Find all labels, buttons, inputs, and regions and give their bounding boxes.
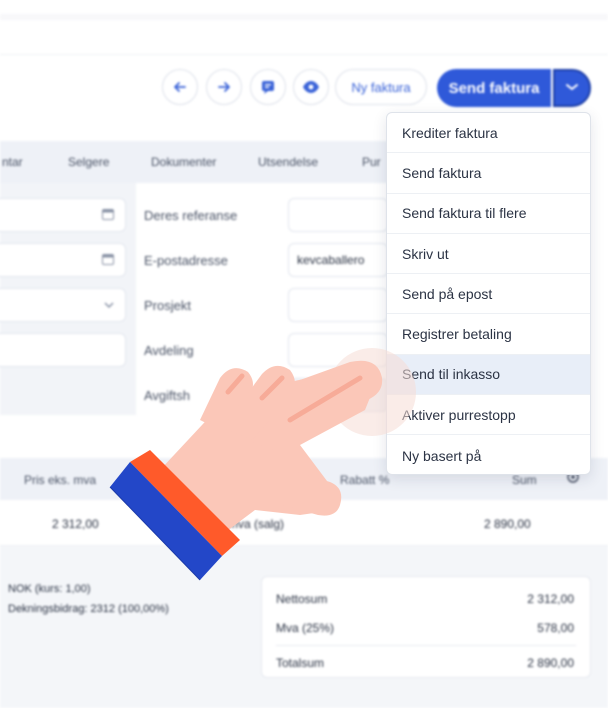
vat-label: Mva (25%) <box>276 621 335 635</box>
top-bar <box>0 0 608 55</box>
label-department: Avdeling <box>144 343 194 358</box>
fee-input[interactable] <box>288 378 388 412</box>
project-input[interactable] <box>288 288 388 322</box>
row-vat: mva (salg) <box>228 517 285 531</box>
row-price: 2 312,00 <box>52 517 99 531</box>
menu-item-credit-invoice[interactable]: Krediter faktura <box>387 113 590 154</box>
select-field[interactable] <box>0 288 126 322</box>
comment-icon[interactable] <box>250 69 286 105</box>
new-invoice-button[interactable]: Ny faktura <box>335 69 427 105</box>
send-options-toggle[interactable] <box>553 69 591 107</box>
summary-row: Totalsum 2 890,00 <box>276 647 576 677</box>
menu-item-new-based-on[interactable]: Ny basert på <box>387 435 590 474</box>
forward-arrow-icon[interactable] <box>206 69 242 105</box>
send-invoice-button[interactable]: Send faktura <box>437 69 551 107</box>
menu-item-print[interactable]: Skriv ut <box>387 234 590 275</box>
vat-value: 578,00 <box>537 621 574 635</box>
email-input[interactable]: kevcaballero <box>288 243 388 277</box>
menu-item-send-to-multiple[interactable]: Send faktura til flere <box>387 194 590 234</box>
send-options-menu: Krediter faktura Send faktura Send faktu… <box>386 112 591 475</box>
menu-item-send-to-collection[interactable]: Send til inkasso <box>387 354 590 396</box>
table-row[interactable]: 2 312,00 mva (salg) 2 890,00 <box>0 500 608 546</box>
chevron-down-icon <box>103 297 115 312</box>
toolbar: Ny faktura Send faktura <box>0 69 608 109</box>
calendar-icon <box>101 207 115 224</box>
tab-purring[interactable]: Pur <box>362 155 381 169</box>
margin-info: Dekningsbidrag: 2312 (100,00%) <box>8 603 169 615</box>
eye-icon[interactable] <box>293 69 329 105</box>
text-field[interactable] <box>0 333 126 367</box>
menu-item-send-invoice[interactable]: Send faktura <box>387 153 590 194</box>
menu-item-register-payment[interactable]: Registrer betaling <box>387 314 590 355</box>
tab-partial[interactable]: ntar <box>2 155 23 169</box>
menu-item-send-email[interactable]: Send på epost <box>387 274 590 315</box>
summary-row: Nettosum 2 312,00 <box>276 583 576 613</box>
summary-divider <box>276 645 576 646</box>
net-label: Nettosum <box>276 592 328 606</box>
date-field[interactable] <box>0 198 126 232</box>
menu-item-activate-reminder-stop[interactable]: Aktiver purrestopp <box>387 395 590 436</box>
back-arrow-icon[interactable] <box>162 69 198 105</box>
label-reference: Deres referanse <box>144 208 238 223</box>
label-fee: Avgiftsh <box>144 388 191 403</box>
summary-card: Nettosum 2 312,00 Mva (25%) 578,00 Total… <box>261 576 591 678</box>
chevron-down-icon <box>565 79 579 97</box>
col-sum: Sum <box>512 473 537 487</box>
col-price: Pris eks. mva <box>24 473 97 487</box>
department-input[interactable] <box>288 333 388 367</box>
row-sum: 2 890,00 <box>484 517 531 531</box>
summary-row: Mva (25%) 578,00 <box>276 612 576 642</box>
net-value: 2 312,00 <box>527 592 574 606</box>
tab-selgere[interactable]: Selgere <box>68 155 109 169</box>
due-date-field[interactable] <box>0 243 126 277</box>
tab-utsendelse[interactable]: Utsendelse <box>258 155 318 169</box>
label-project: Prosjekt <box>144 298 191 313</box>
currency-info: NOK (kurs: 1,00) <box>8 583 91 595</box>
total-value: 2 890,00 <box>527 656 574 670</box>
label-email: E-postadresse <box>144 253 228 268</box>
total-label: Totalsum <box>276 656 325 670</box>
calendar-icon <box>101 252 115 269</box>
tab-dokumenter[interactable]: Dokumenter <box>151 155 216 169</box>
tab-bar: ntar Selgere Dokumenter Utsendelse Pur <box>0 141 390 183</box>
col-discount: Rabatt % <box>340 473 390 487</box>
reference-input[interactable] <box>288 198 388 232</box>
